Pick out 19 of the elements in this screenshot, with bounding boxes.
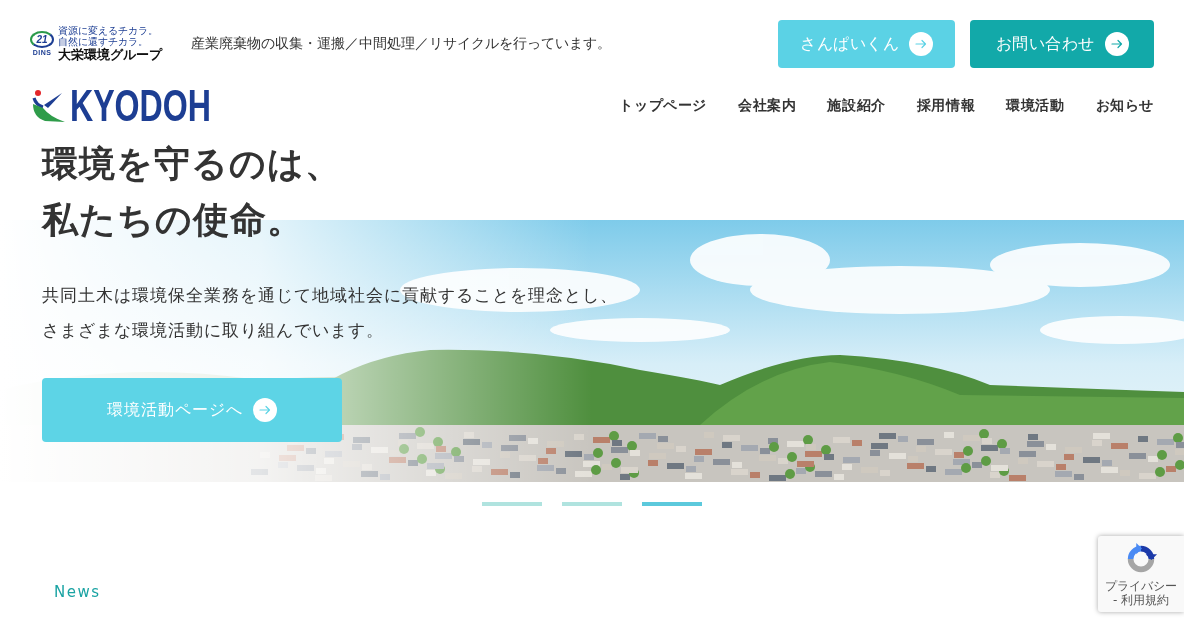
logo-number: 21 bbox=[30, 31, 54, 48]
hero-heading: 環境を守るのは、 私たちの使命。 bbox=[42, 142, 342, 242]
company-wordmark: KYODOH bbox=[70, 88, 211, 124]
privacy-terms-link[interactable]: プライバシー - 利用規約 bbox=[1101, 579, 1181, 607]
hero-text: 共同土木は環境保全業務を通じて地域社会に貢献することを理念とし、 さまざまな環境活動に取り組んでいます。 bbox=[42, 284, 618, 342]
slide-indicator[interactable] bbox=[562, 502, 622, 506]
group-name: 大栄環境グループ bbox=[58, 47, 164, 63]
nav-link[interactable]: 会社案内 bbox=[737, 97, 797, 115]
nav-link[interactable]: 施設紹介 bbox=[827, 97, 886, 115]
nav-link[interactable]: 環境活動 bbox=[1006, 97, 1065, 115]
slide-indicator[interactable] bbox=[482, 502, 542, 506]
nav-link[interactable]: 採用情報 bbox=[916, 97, 976, 115]
tagline: 産業廃棄物の収集・運搬／中間処理／リサイクルを行っています。 bbox=[191, 35, 611, 53]
logo-slogan: 資源に変えるチカラ。自然に還すチカラ。 bbox=[58, 25, 159, 47]
nav-link[interactable]: トップページ bbox=[619, 97, 707, 115]
logo-mark-icon bbox=[30, 88, 66, 124]
nav-link[interactable]: お知らせ bbox=[1095, 97, 1154, 115]
slide-indicator[interactable] bbox=[642, 502, 702, 506]
section-label: News bbox=[54, 583, 101, 601]
